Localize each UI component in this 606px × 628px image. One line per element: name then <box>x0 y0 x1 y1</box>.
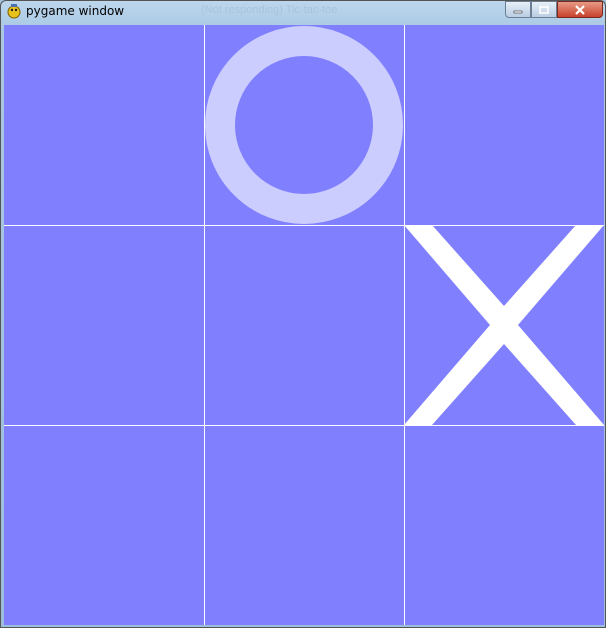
title-bar[interactable]: pygame window (Not responding) Tic-tac-t… <box>1 1 605 23</box>
board-cell[interactable] <box>204 225 404 425</box>
pygame-snake-icon <box>7 4 21 19</box>
minimize-button[interactable] <box>505 1 531 18</box>
board-cell[interactable] <box>4 25 204 225</box>
grid-line-horizontal <box>4 225 604 226</box>
pygame-window: pygame window (Not responding) Tic-tac-t… <box>0 0 606 628</box>
minimize-icon <box>513 10 523 13</box>
grid-line-horizontal <box>4 425 604 426</box>
grid-line-vertical <box>404 25 405 625</box>
board-cell[interactable] <box>4 425 204 625</box>
maximize-button[interactable] <box>531 1 557 18</box>
board-cell[interactable] <box>404 225 604 425</box>
window-title: pygame window <box>26 4 125 18</box>
close-button[interactable] <box>557 1 603 18</box>
window-controls <box>505 1 603 19</box>
board-cell[interactable] <box>404 425 604 625</box>
x-mark <box>404 225 604 425</box>
window-ghost-title: (Not responding) Tic-tac-toe <box>201 4 338 16</box>
maximize-icon <box>539 5 549 14</box>
board-cell[interactable] <box>204 25 404 225</box>
board-cell[interactable] <box>204 425 404 625</box>
game-board <box>4 25 604 625</box>
close-icon <box>575 4 585 15</box>
grid-line-vertical <box>204 25 205 625</box>
o-mark <box>205 26 403 224</box>
board-cell[interactable] <box>404 25 604 225</box>
board-cell[interactable] <box>4 225 204 425</box>
